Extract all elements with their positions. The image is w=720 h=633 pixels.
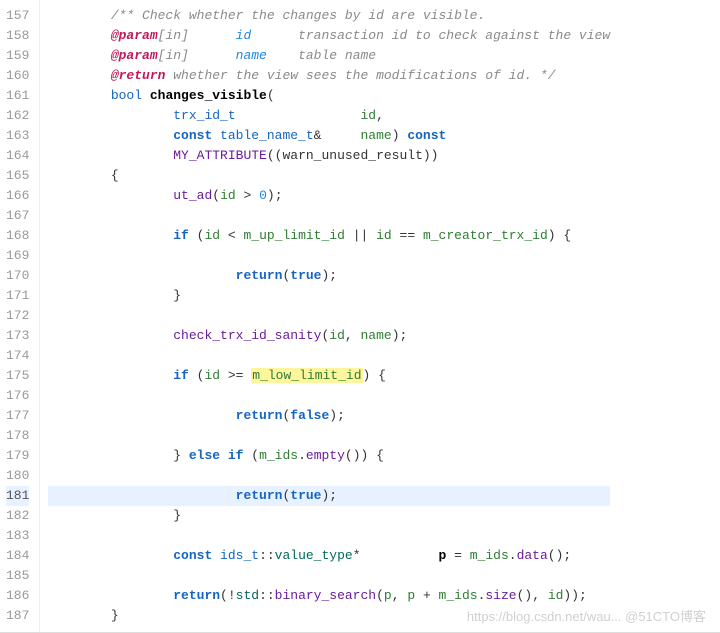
- code-line: /** Check whether the changes by id are …: [48, 6, 610, 26]
- code-line: [48, 566, 610, 586]
- code-line: @param[in] id transaction id to check ag…: [48, 26, 610, 46]
- line-number: 168: [6, 226, 29, 246]
- code-line: [48, 206, 610, 226]
- code-line: MY_ATTRIBUTE((warn_unused_result)): [48, 146, 610, 166]
- line-number-gutter: 1571581591601611621631641651661671681691…: [0, 0, 40, 632]
- line-number: 163: [6, 126, 29, 146]
- line-number: 181: [6, 486, 29, 506]
- line-number: 183: [6, 526, 29, 546]
- line-number: 159: [6, 46, 29, 66]
- code-line: ut_ad(id > 0);: [48, 186, 610, 206]
- line-number: 171: [6, 286, 29, 306]
- code-line: @param[in] name table name: [48, 46, 610, 66]
- line-number: 169: [6, 246, 29, 266]
- line-number: 157: [6, 6, 29, 26]
- line-number: 187: [6, 606, 29, 626]
- line-number: 175: [6, 366, 29, 386]
- line-number: 167: [6, 206, 29, 226]
- code-line: [48, 426, 610, 446]
- code-line: return(true);: [48, 266, 610, 286]
- code-line: bool changes_visible(: [48, 86, 610, 106]
- code-line: const table_name_t& name) const: [48, 126, 610, 146]
- line-number: 165: [6, 166, 29, 186]
- line-number: 186: [6, 586, 29, 606]
- line-number: 177: [6, 406, 29, 426]
- line-number: 185: [6, 566, 29, 586]
- line-number: 164: [6, 146, 29, 166]
- line-number: 179: [6, 446, 29, 466]
- line-number: 162: [6, 106, 29, 126]
- line-number: 160: [6, 66, 29, 86]
- code-line: return(false);: [48, 406, 610, 426]
- code-line: [48, 306, 610, 326]
- code-line: [48, 346, 610, 366]
- code-line: const ids_t::value_type* p = m_ids.data(…: [48, 546, 610, 566]
- line-number: 173: [6, 326, 29, 346]
- code-line: [48, 386, 610, 406]
- line-number: 180: [6, 466, 29, 486]
- code-line: if (id < m_up_limit_id || id == m_creato…: [48, 226, 610, 246]
- code-line: [48, 526, 610, 546]
- line-number: 182: [6, 506, 29, 526]
- line-number: 176: [6, 386, 29, 406]
- code-line: check_trx_id_sanity(id, name);: [48, 326, 610, 346]
- line-number: 184: [6, 546, 29, 566]
- line-number: 172: [6, 306, 29, 326]
- code-line: {: [48, 166, 610, 186]
- code-line: if (id >= m_low_limit_id) {: [48, 366, 610, 386]
- code-line: return(true);: [48, 486, 610, 506]
- code-line: trx_id_t id,: [48, 106, 610, 126]
- line-number: 161: [6, 86, 29, 106]
- code-line: }: [48, 606, 610, 626]
- code-line: }: [48, 506, 610, 526]
- line-number: 174: [6, 346, 29, 366]
- line-number: 166: [6, 186, 29, 206]
- line-number: 178: [6, 426, 29, 446]
- code-line: [48, 246, 610, 266]
- line-number: 158: [6, 26, 29, 46]
- code-line: @return whether the view sees the modifi…: [48, 66, 610, 86]
- code-line: return(!std::binary_search(p, p + m_ids.…: [48, 586, 610, 606]
- code-editor: 1571581591601611621631641651661671681691…: [0, 0, 720, 633]
- code-line: } else if (m_ids.empty()) {: [48, 446, 610, 466]
- code-line: [48, 466, 610, 486]
- line-number: 170: [6, 266, 29, 286]
- code-line: }: [48, 286, 610, 306]
- code-area[interactable]: /** Check whether the changes by id are …: [40, 0, 610, 632]
